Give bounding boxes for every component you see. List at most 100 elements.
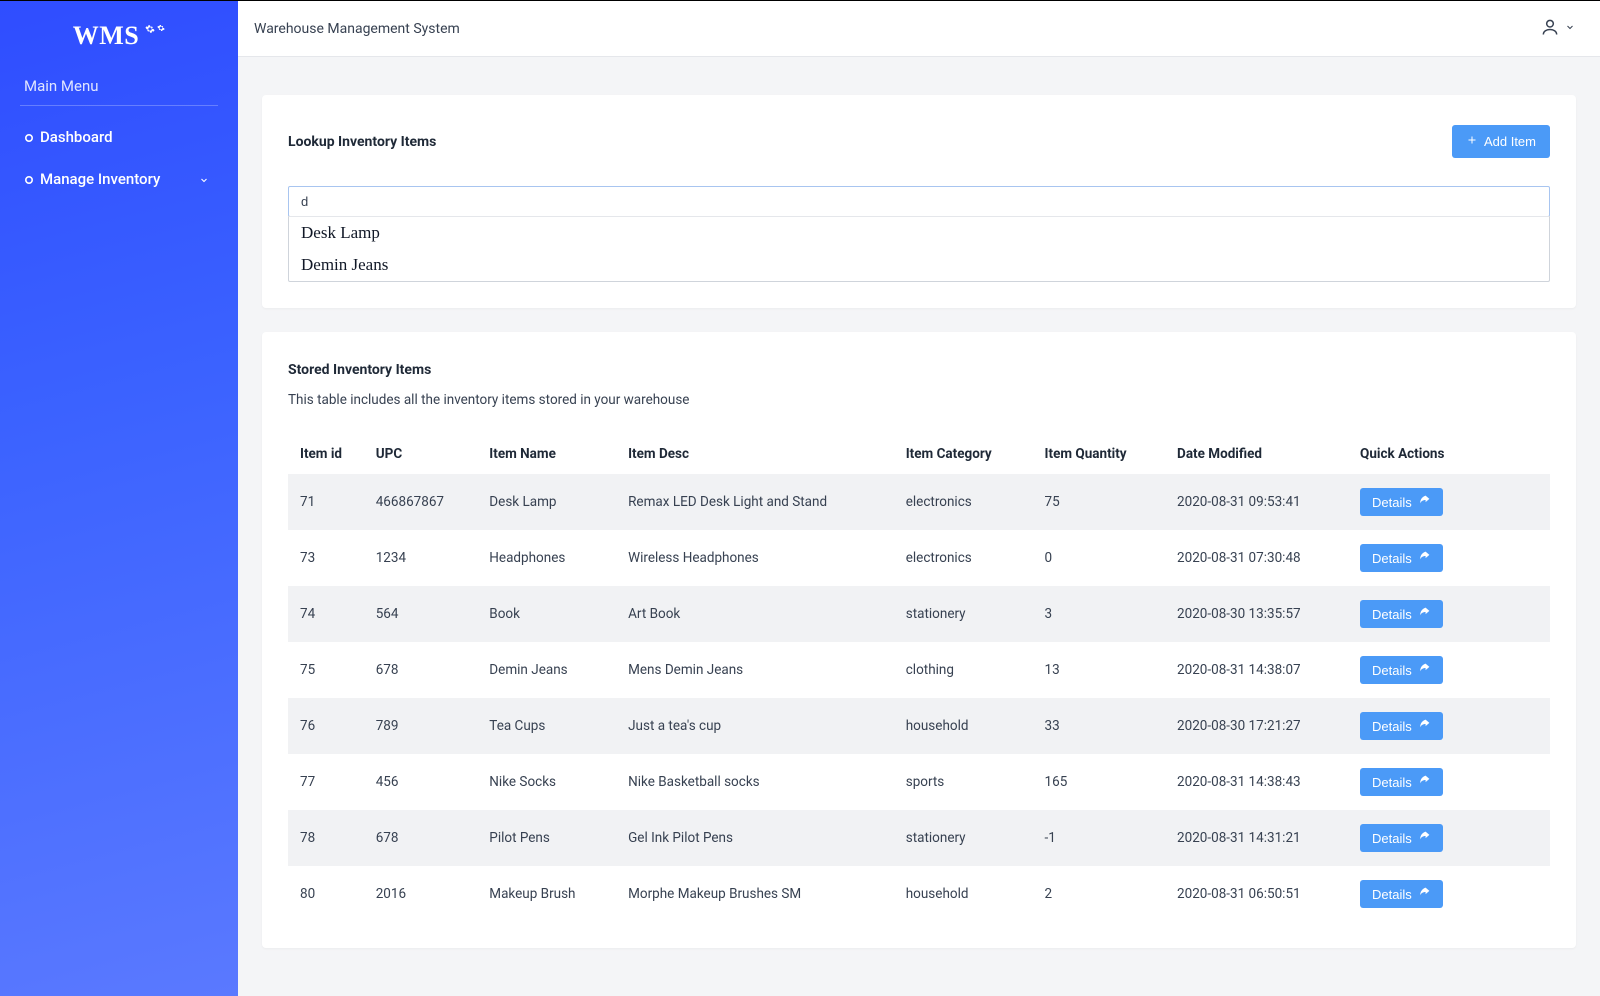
brand-logo[interactable]: WMS bbox=[0, 7, 238, 73]
cell-date-modified: 2020-08-31 07:30:48 bbox=[1165, 530, 1348, 586]
cell-date-modified: 2020-08-31 06:50:51 bbox=[1165, 866, 1348, 922]
bullet-icon bbox=[24, 170, 40, 188]
col-item-id[interactable]: Item id bbox=[288, 434, 364, 474]
cell-upc: 678 bbox=[364, 642, 478, 698]
cell-date-modified: 2020-08-31 14:31:21 bbox=[1165, 810, 1348, 866]
table-row: 76789Tea CupsJust a tea's cuphousehold33… bbox=[288, 698, 1550, 754]
table-subtitle: This table includes all the inventory it… bbox=[288, 392, 1550, 408]
share-icon bbox=[1418, 550, 1431, 566]
details-label: Details bbox=[1372, 551, 1412, 566]
cell-item-id: 80 bbox=[288, 866, 364, 922]
cell-item-category: stationery bbox=[894, 810, 1033, 866]
cell-date-modified: 2020-08-31 14:38:43 bbox=[1165, 754, 1348, 810]
bullet-icon bbox=[24, 128, 40, 146]
add-item-button[interactable]: Add Item bbox=[1452, 125, 1550, 158]
details-label: Details bbox=[1372, 495, 1412, 510]
brand-name: WMS bbox=[73, 21, 140, 51]
cell-item-category: clothing bbox=[894, 642, 1033, 698]
chevron-down-icon bbox=[198, 170, 214, 188]
cell-item-quantity: -1 bbox=[1033, 810, 1166, 866]
details-label: Details bbox=[1372, 831, 1412, 846]
cell-item-desc: Gel Ink Pilot Pens bbox=[616, 810, 894, 866]
cell-item-category: electronics bbox=[894, 530, 1033, 586]
cell-quick-actions: Details bbox=[1348, 754, 1550, 810]
cell-item-quantity: 13 bbox=[1033, 642, 1166, 698]
cell-item-category: household bbox=[894, 866, 1033, 922]
lookup-title: Lookup Inventory Items bbox=[288, 134, 436, 150]
cell-item-desc: Morphe Makeup Brushes SM bbox=[616, 866, 894, 922]
autocomplete-list: Desk Lamp Demin Jeans bbox=[288, 216, 1550, 282]
details-button[interactable]: Details bbox=[1360, 600, 1443, 628]
table-row: 75678Demin JeansMens Demin Jeansclothing… bbox=[288, 642, 1550, 698]
cell-quick-actions: Details bbox=[1348, 474, 1550, 530]
cell-item-id: 76 bbox=[288, 698, 364, 754]
user-menu[interactable] bbox=[1540, 17, 1576, 41]
sidebar-item-dashboard[interactable]: Dashboard bbox=[20, 116, 218, 158]
table-row: 74564BookArt Bookstationery32020-08-30 1… bbox=[288, 586, 1550, 642]
cell-item-quantity: 2 bbox=[1033, 866, 1166, 922]
search-wrap bbox=[288, 186, 1550, 217]
sidebar-item-label: Manage Inventory bbox=[40, 170, 198, 188]
details-button[interactable]: Details bbox=[1360, 712, 1443, 740]
cell-upc: 2016 bbox=[364, 866, 478, 922]
autocomplete-item[interactable]: Desk Lamp bbox=[289, 217, 1549, 249]
cell-item-id: 78 bbox=[288, 810, 364, 866]
details-label: Details bbox=[1372, 775, 1412, 790]
cell-item-desc: Wireless Headphones bbox=[616, 530, 894, 586]
share-icon bbox=[1418, 774, 1431, 790]
cell-date-modified: 2020-08-30 17:21:27 bbox=[1165, 698, 1348, 754]
col-item-category[interactable]: Item Category bbox=[894, 434, 1033, 474]
col-date-modified[interactable]: Date Modified bbox=[1165, 434, 1348, 474]
cell-item-name: Book bbox=[477, 586, 616, 642]
details-button[interactable]: Details bbox=[1360, 880, 1443, 908]
details-button[interactable]: Details bbox=[1360, 824, 1443, 852]
table-row: 77456Nike SocksNike Basketball socksspor… bbox=[288, 754, 1550, 810]
share-icon bbox=[1418, 606, 1431, 622]
cell-item-name: Pilot Pens bbox=[477, 810, 616, 866]
cell-item-desc: Nike Basketball socks bbox=[616, 754, 894, 810]
share-icon bbox=[1418, 718, 1431, 734]
cell-quick-actions: Details bbox=[1348, 642, 1550, 698]
sidebar-item-manage-inventory[interactable]: Manage Inventory bbox=[20, 158, 218, 200]
sidebar: WMS Main Menu Dashboard Manage Inventory bbox=[0, 1, 238, 996]
share-icon bbox=[1418, 830, 1431, 846]
col-upc[interactable]: UPC bbox=[364, 434, 478, 474]
table-card: Stored Inventory Items This table includ… bbox=[262, 332, 1576, 948]
cell-quick-actions: Details bbox=[1348, 866, 1550, 922]
cell-upc: 466867867 bbox=[364, 474, 478, 530]
cell-item-id: 71 bbox=[288, 474, 364, 530]
col-item-desc[interactable]: Item Desc bbox=[616, 434, 894, 474]
lookup-card: Lookup Inventory Items Add Item Desk Lam… bbox=[262, 95, 1576, 308]
details-button[interactable]: Details bbox=[1360, 488, 1443, 516]
cell-quick-actions: Details bbox=[1348, 810, 1550, 866]
cell-date-modified: 2020-08-31 14:38:07 bbox=[1165, 642, 1348, 698]
details-label: Details bbox=[1372, 887, 1412, 902]
details-label: Details bbox=[1372, 719, 1412, 734]
page-title: Warehouse Management System bbox=[254, 21, 460, 37]
details-button[interactable]: Details bbox=[1360, 544, 1443, 572]
cell-item-id: 75 bbox=[288, 642, 364, 698]
cell-item-category: stationery bbox=[894, 586, 1033, 642]
cell-item-quantity: 0 bbox=[1033, 530, 1166, 586]
details-button[interactable]: Details bbox=[1360, 656, 1443, 684]
cell-upc: 678 bbox=[364, 810, 478, 866]
share-icon bbox=[1418, 494, 1431, 510]
inventory-table: Item id UPC Item Name Item Desc Item Cat… bbox=[288, 434, 1550, 922]
sidebar-heading: Main Menu bbox=[20, 73, 218, 106]
cell-item-quantity: 75 bbox=[1033, 474, 1166, 530]
cell-item-quantity: 33 bbox=[1033, 698, 1166, 754]
col-item-quantity[interactable]: Item Quantity bbox=[1033, 434, 1166, 474]
cell-quick-actions: Details bbox=[1348, 530, 1550, 586]
cell-upc: 564 bbox=[364, 586, 478, 642]
search-input[interactable] bbox=[289, 187, 1549, 216]
plus-icon bbox=[1466, 134, 1478, 149]
details-button[interactable]: Details bbox=[1360, 768, 1443, 796]
chevron-down-icon bbox=[1564, 21, 1576, 37]
gears-icon bbox=[145, 24, 165, 34]
table-row: 731234HeadphonesWireless Headphoneselect… bbox=[288, 530, 1550, 586]
cell-quick-actions: Details bbox=[1348, 698, 1550, 754]
table-row: 78678Pilot PensGel Ink Pilot Pensstation… bbox=[288, 810, 1550, 866]
cell-quick-actions: Details bbox=[1348, 586, 1550, 642]
col-item-name[interactable]: Item Name bbox=[477, 434, 616, 474]
autocomplete-item[interactable]: Demin Jeans bbox=[289, 249, 1549, 281]
